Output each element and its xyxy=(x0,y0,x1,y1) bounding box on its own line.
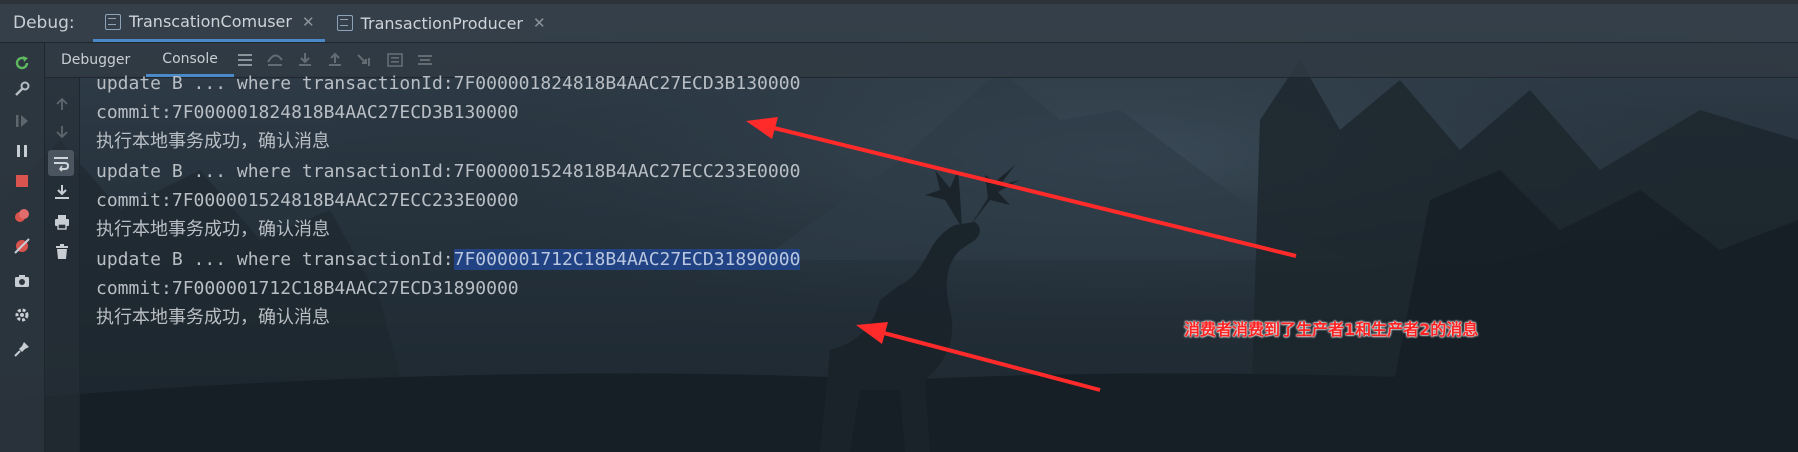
line-prefix: 执行本地事务成功，确认消息 xyxy=(96,131,330,152)
gear-icon[interactable] xyxy=(12,305,32,325)
line-value: 7F000001824818B4AAC27ECD3B130000 xyxy=(171,102,519,123)
view-breakpoints-icon[interactable] xyxy=(12,206,32,226)
console-line: 执行本地事务成功，确认消息 xyxy=(96,216,330,244)
pin-icon[interactable] xyxy=(12,339,32,359)
line-prefix: update B ... where transactionId: xyxy=(96,73,454,94)
console-line: commit:7F000001824818B4AAC27ECD3B130000 xyxy=(96,99,519,127)
line-prefix: commit: xyxy=(96,190,172,211)
line-value: 7F000001712C18B4AAC27ECD31890000 xyxy=(171,278,519,299)
tab-label: TransactionProducer xyxy=(360,13,523,33)
camera-icon[interactable] xyxy=(12,271,32,291)
print-icon[interactable] xyxy=(52,212,72,232)
console-line: update B ... where transactionId:7F00000… xyxy=(96,158,800,186)
stop-icon[interactable] xyxy=(12,171,32,191)
trace-icon[interactable] xyxy=(416,52,434,68)
console-line: update B ... where transactionId:7F00000… xyxy=(96,246,801,274)
menu-icon[interactable] xyxy=(236,52,254,68)
line-prefix: commit: xyxy=(96,278,172,299)
console-line: 执行本地事务成功，确认消息 xyxy=(96,128,330,156)
console-side-toolbar xyxy=(45,78,80,452)
debug-side-toolbar xyxy=(0,43,45,452)
step-over-icon[interactable] xyxy=(266,52,284,68)
rerun-icon[interactable] xyxy=(12,53,32,73)
line-prefix: 执行本地事务成功，确认消息 xyxy=(96,307,330,328)
line-value: 7F000001524818B4AAC27ECC233E0000 xyxy=(171,190,519,211)
debug-window: Debug: TranscationComuser ✕ TransactionP… xyxy=(0,0,1798,452)
run-config-icon xyxy=(336,15,353,31)
console-line: update B ... where transactionId:7F00000… xyxy=(96,70,800,98)
run-to-cursor-icon[interactable] xyxy=(356,52,374,68)
pause-icon[interactable] xyxy=(12,141,32,161)
console-action-icons xyxy=(236,52,434,68)
line-prefix: 执行本地事务成功，确认消息 xyxy=(96,219,330,240)
line-value: 7F000001824818B4AAC27ECD3B130000 xyxy=(453,73,801,94)
line-value: 7F000001524818B4AAC27ECC233E0000 xyxy=(453,161,801,182)
run-config-icon xyxy=(105,13,121,30)
line-prefix: update B ... where transactionId: xyxy=(96,161,454,182)
debug-tab-bar: Debug: TranscationComuser ✕ TransactionP… xyxy=(0,4,1798,43)
console-output[interactable]: update B ... where transactionId:7F00000… xyxy=(96,73,1776,448)
selected-transaction-id[interactable]: 7F000001712C18B4AAC27ECD31890000 xyxy=(453,249,801,270)
debug-label: Debug: xyxy=(13,13,75,33)
close-icon[interactable]: ✕ xyxy=(533,14,546,32)
step-into-icon[interactable] xyxy=(296,52,314,68)
wrench-icon[interactable] xyxy=(12,79,32,99)
console-line: commit:7F000001524818B4AAC27ECC233E0000 xyxy=(96,187,519,215)
tab-label: TranscationComuser xyxy=(129,12,292,31)
resume-icon[interactable] xyxy=(12,111,32,131)
line-prefix: update B ... where transactionId: xyxy=(96,249,454,270)
close-icon[interactable]: ✕ xyxy=(302,13,315,31)
scroll-down-icon[interactable] xyxy=(52,122,72,142)
trash-icon[interactable] xyxy=(52,242,72,262)
tab-transaction-producer[interactable]: TransactionProducer ✕ xyxy=(325,4,556,42)
tab-transcation-comuser[interactable]: TranscationComuser ✕ xyxy=(93,4,325,42)
evaluate-icon[interactable] xyxy=(386,52,404,68)
step-out-icon[interactable] xyxy=(326,52,344,68)
console-line: 执行本地事务成功，确认消息 xyxy=(96,304,330,332)
annotation-note: 消费者消费到了生产者1和生产者2的消息 xyxy=(1184,320,1479,339)
soft-wrap-icon[interactable] xyxy=(48,150,74,176)
line-prefix: commit: xyxy=(96,102,172,123)
console-line: commit:7F000001712C18B4AAC27ECD31890000 xyxy=(96,275,519,303)
mute-breakpoints-icon[interactable] xyxy=(12,236,32,256)
scroll-to-end-icon[interactable] xyxy=(52,182,72,202)
scroll-up-icon[interactable] xyxy=(52,94,72,114)
